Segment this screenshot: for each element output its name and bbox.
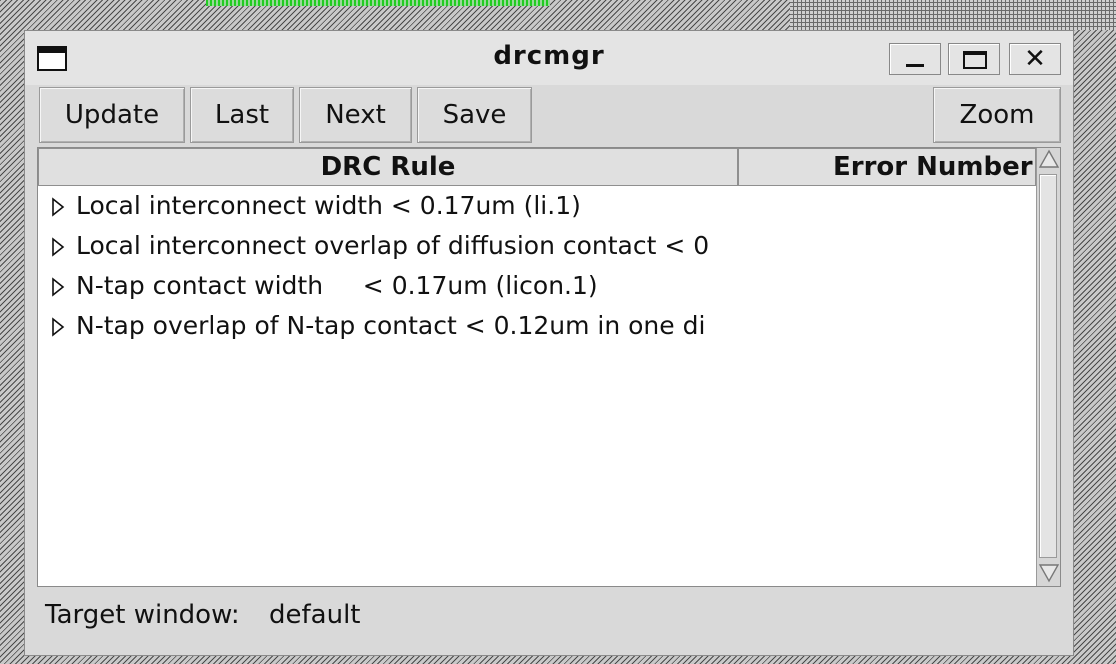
minimize-button[interactable] — [889, 43, 941, 75]
desktop-background-pattern — [790, 0, 1116, 30]
column-header-row: DRC Rule Error Number — [38, 148, 1036, 186]
expand-triangle-icon[interactable] — [50, 237, 66, 257]
drcmgr-window: drcmgr ✕ Update Last Next Save Zoom DRC … — [24, 30, 1074, 656]
expand-triangle-icon[interactable] — [50, 277, 66, 297]
rule-label: Local interconnect width < 0.17um (li.1) — [76, 191, 581, 220]
tree-row[interactable]: Local interconnect width < 0.17um (li.1) — [38, 188, 738, 228]
expand-triangle-icon[interactable] — [50, 317, 66, 337]
scroll-down-arrow-icon[interactable] — [1038, 562, 1060, 584]
close-button[interactable]: ✕ — [1009, 43, 1061, 75]
update-button[interactable]: Update — [39, 87, 185, 143]
target-window-value: default — [269, 600, 361, 630]
scrollbar-thumb[interactable] — [1039, 174, 1057, 558]
close-icon: ✕ — [1024, 44, 1046, 74]
target-window-label: Target window: — [45, 600, 240, 630]
status-bar: Target window: default — [25, 589, 1073, 641]
desktop-green-strip — [206, 0, 550, 6]
rule-label: N-tap contact width < 0.17um (licon.1) — [76, 271, 598, 300]
minimize-icon — [906, 64, 924, 67]
drc-rule-tree[interactable]: DRC Rule Error Number Local interconnect… — [37, 147, 1061, 587]
drc-rule-rows: Local interconnect width < 0.17um (li.1)… — [38, 188, 738, 348]
next-button[interactable]: Next — [299, 87, 412, 143]
rule-label: N-tap overlap of N-tap contact < 0.12um … — [76, 311, 706, 340]
tree-row[interactable]: N-tap overlap of N-tap contact < 0.12um … — [38, 308, 738, 348]
maximize-icon — [963, 51, 987, 69]
expand-triangle-icon[interactable] — [50, 197, 66, 217]
save-button[interactable]: Save — [417, 87, 532, 143]
last-button[interactable]: Last — [190, 87, 294, 143]
scroll-up-arrow-icon[interactable] — [1038, 148, 1060, 170]
tree-row[interactable]: N-tap contact width < 0.17um (licon.1) — [38, 268, 738, 308]
rule-label: Local interconnect overlap of diffusion … — [76, 231, 710, 260]
toolbar: Update Last Next Save Zoom — [39, 87, 1061, 145]
vertical-scrollbar[interactable] — [1036, 148, 1060, 586]
column-header-drc-rule[interactable]: DRC Rule — [38, 148, 738, 186]
title-bar[interactable]: drcmgr ✕ — [25, 31, 1073, 85]
column-header-error-number[interactable]: Error Number — [738, 148, 1036, 186]
maximize-button[interactable] — [948, 43, 1000, 75]
zoom-button[interactable]: Zoom — [933, 87, 1061, 143]
tree-row[interactable]: Local interconnect overlap of diffusion … — [38, 228, 738, 268]
